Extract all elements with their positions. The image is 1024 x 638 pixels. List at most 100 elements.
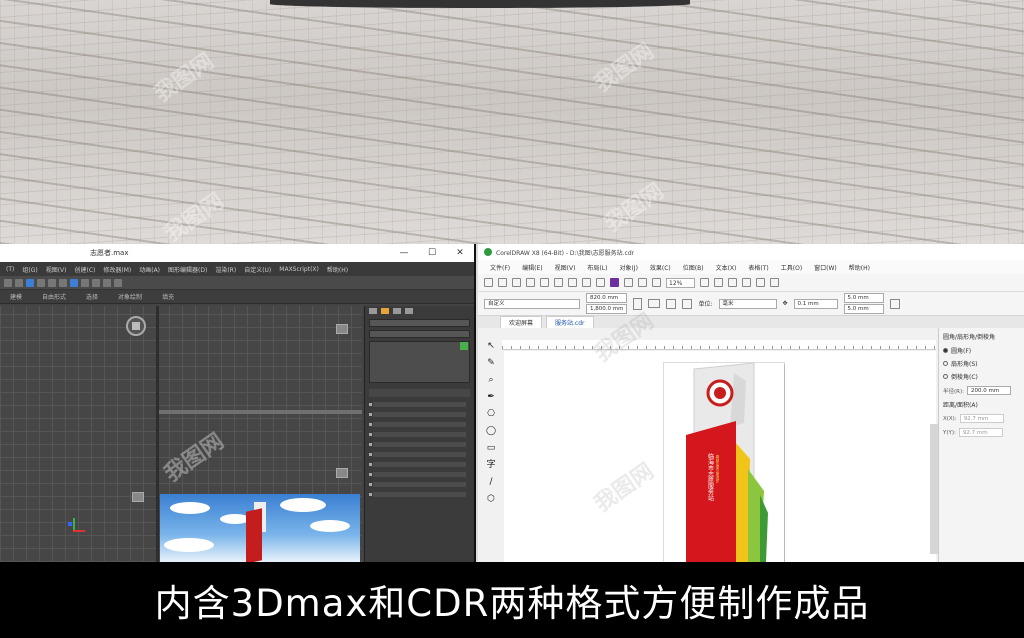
- undo-icon[interactable]: [4, 278, 12, 287]
- menu-text[interactable]: 文本(X): [710, 263, 743, 272]
- menu-help[interactable]: 帮助(H): [843, 263, 876, 272]
- zoom-level-dropdown[interactable]: 12%: [666, 277, 696, 288]
- menu-file[interactable]: 文件(F): [484, 263, 516, 272]
- open-icon[interactable]: [498, 278, 507, 287]
- show-grid-icon[interactable]: [728, 278, 738, 287]
- show-rulers-icon[interactable]: [714, 278, 724, 287]
- cut-icon[interactable]: [540, 278, 549, 287]
- document-page[interactable]: 临海市志愿服务站 奉献友爱互助进步: [664, 362, 784, 562]
- navigation-wheel-icon[interactable]: [126, 316, 146, 336]
- chamfer-radio[interactable]: 倒棱角(C): [943, 372, 1022, 381]
- line-tool-icon[interactable]: ∕: [489, 478, 492, 487]
- snap-icon[interactable]: [70, 278, 78, 287]
- menu-window[interactable]: 窗口(W): [808, 263, 843, 272]
- ribbon-tab-modeling[interactable]: 建模: [0, 292, 32, 301]
- page-height-input[interactable]: 1,800.0 mm: [586, 304, 628, 314]
- menu-modifiers[interactable]: 修改器(M): [99, 265, 135, 274]
- viewcube-icon[interactable]: [336, 468, 348, 478]
- print-icon[interactable]: [526, 278, 535, 287]
- drawing-canvas[interactable]: 临海市志愿服务站 奉献友爱互助进步: [504, 351, 936, 562]
- new-document-icon[interactable]: [484, 278, 493, 287]
- object-color-swatch[interactable]: [460, 342, 468, 350]
- motion-tab-icon[interactable]: [405, 308, 413, 314]
- ribbon-tab-object-paint[interactable]: 对象绘制: [108, 292, 152, 301]
- menu-help[interactable]: 帮助(H): [323, 265, 352, 274]
- polygon-tool-icon[interactable]: ⎔: [487, 410, 495, 419]
- menu-create[interactable]: 创建(C): [71, 265, 100, 274]
- zoom-tool-icon[interactable]: ⌕: [488, 376, 493, 385]
- fill-tool-icon[interactable]: ⬡: [487, 495, 495, 504]
- close-button[interactable]: ✕: [446, 248, 474, 258]
- menu-graph-editors[interactable]: 图形编辑器(D): [164, 265, 211, 274]
- menu-layout[interactable]: 布局(L): [581, 263, 613, 272]
- page-preset-dropdown[interactable]: 自定义: [484, 298, 580, 309]
- portrait-icon[interactable]: [633, 297, 643, 310]
- menu-table[interactable]: 表格(T): [742, 263, 774, 272]
- search-content-icon[interactable]: [610, 278, 619, 287]
- parameter-row[interactable]: [369, 452, 466, 457]
- parameter-row[interactable]: [369, 442, 466, 447]
- parameter-row[interactable]: [369, 422, 466, 427]
- modify-tab-icon[interactable]: [381, 308, 389, 314]
- export-icon[interactable]: [638, 278, 647, 287]
- rotate-icon[interactable]: [48, 278, 56, 287]
- snap-to-icon[interactable]: [742, 278, 752, 287]
- paste-icon[interactable]: [568, 278, 577, 287]
- tab-document[interactable]: 服务站.cdr: [546, 316, 594, 328]
- signboard-artwork[interactable]: 临海市志愿服务站 奉献友爱互助进步: [664, 362, 784, 562]
- ribbon-tab-populate[interactable]: 填充: [152, 292, 184, 301]
- parameters-rollout[interactable]: [369, 389, 470, 397]
- page-width-input[interactable]: 820.0 mm: [586, 293, 628, 303]
- menu-rendering[interactable]: 渲染(R): [211, 265, 240, 274]
- menu-customize[interactable]: 自定义(U): [240, 265, 275, 274]
- modifier-list-dropdown[interactable]: [369, 330, 470, 338]
- rectangle-tool-icon[interactable]: ▭: [487, 444, 496, 453]
- ribbon-tab-freeform[interactable]: 自由形式: [32, 292, 76, 301]
- modifier-stack[interactable]: [369, 341, 470, 383]
- menu-bitmaps[interactable]: 位图(B): [677, 263, 710, 272]
- full-screen-icon[interactable]: [700, 278, 710, 287]
- save-icon[interactable]: [512, 278, 521, 287]
- max-viewports[interactable]: [0, 306, 362, 562]
- menu-object[interactable]: 对象(J): [613, 263, 643, 272]
- copy-icon[interactable]: [554, 278, 563, 287]
- all-pages-icon[interactable]: [666, 298, 677, 309]
- import-icon[interactable]: [624, 278, 633, 287]
- vertical-scrollbar[interactable]: [930, 424, 938, 554]
- viewport-divider[interactable]: [159, 410, 362, 414]
- ribbon-tab-selection[interactable]: 选择: [76, 292, 108, 301]
- current-page-icon[interactable]: [682, 298, 693, 309]
- redo-icon[interactable]: [15, 278, 23, 287]
- create-tab-icon[interactable]: [369, 308, 377, 314]
- menu-group[interactable]: 组(G): [18, 265, 41, 274]
- minimize-button[interactable]: —: [390, 248, 418, 258]
- select-icon[interactable]: [26, 278, 34, 287]
- distance-y-input[interactable]: 92.7 mm: [958, 428, 1003, 437]
- hierarchy-tab-icon[interactable]: [393, 308, 401, 314]
- align-icon[interactable]: [92, 278, 100, 287]
- parameter-row[interactable]: [369, 462, 466, 467]
- render-setup-icon[interactable]: [103, 278, 111, 287]
- distance-x-input[interactable]: 92.7 mm: [959, 414, 1004, 423]
- object-name-field[interactable]: [369, 319, 470, 327]
- shape-tool-icon[interactable]: ✎: [487, 359, 495, 368]
- menu-tools[interactable]: 工具(O): [775, 263, 808, 272]
- redo-icon[interactable]: [596, 278, 605, 287]
- horizontal-ruler[interactable]: [502, 340, 936, 350]
- parameter-row[interactable]: [369, 472, 466, 477]
- options-gear-icon[interactable]: [756, 278, 766, 287]
- render-icon[interactable]: [114, 278, 122, 287]
- fillet-radio[interactable]: 圆角(F): [943, 346, 1022, 355]
- viewport-divider[interactable]: [156, 306, 159, 562]
- menu-effects[interactable]: 效果(C): [644, 263, 677, 272]
- parameter-row[interactable]: [369, 492, 466, 497]
- menu-animation[interactable]: 动画(A): [135, 265, 164, 274]
- maximize-button[interactable]: ☐: [418, 248, 446, 258]
- undo-icon[interactable]: [582, 278, 591, 287]
- text-tool-icon[interactable]: 字: [486, 461, 495, 470]
- parameter-row[interactable]: [369, 412, 466, 417]
- nudge-distance-input[interactable]: 0.1 mm: [793, 298, 838, 309]
- mirror-icon[interactable]: [81, 278, 89, 287]
- parameter-row[interactable]: [369, 402, 466, 407]
- landscape-icon[interactable]: [648, 299, 661, 308]
